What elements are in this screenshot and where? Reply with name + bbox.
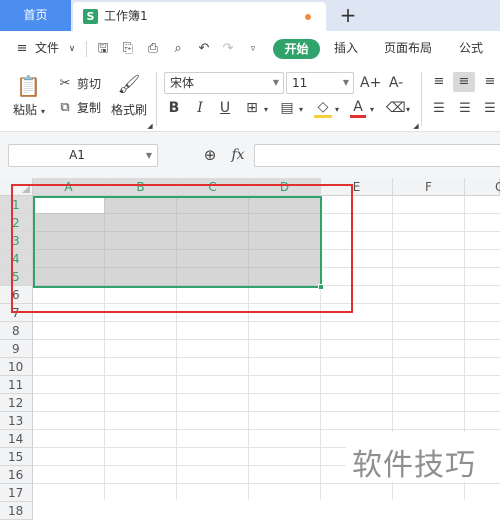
chevron-down-icon[interactable]: ▾ <box>262 102 270 118</box>
row-header[interactable]: 16 <box>0 466 33 484</box>
fill-color-icon[interactable]: ◇ <box>314 99 332 118</box>
formula-input[interactable] <box>254 144 500 167</box>
shrink-font-button[interactable]: A- <box>387 75 405 91</box>
align-middle-icon[interactable]: ≡ <box>453 72 475 92</box>
chevron-down-icon[interactable]: ▾ <box>39 104 47 120</box>
page-layout-tab[interactable]: 页面布局 <box>384 31 432 66</box>
font-color-icon[interactable]: A <box>350 99 366 118</box>
row-header[interactable]: 8 <box>0 322 33 340</box>
print-preview-icon[interactable]: ⌕ <box>170 41 186 57</box>
copy-icon[interactable]: ⧉ <box>57 100 73 116</box>
font-name-value: 宋体 <box>170 76 195 90</box>
column-header[interactable]: G <box>465 178 500 196</box>
menu-bar: ≡ 文件 ∨ 🖫 ⎘ ⎙ ⌕ ↶ ↷ ▿ 开始 插入 页面布局 公式 <box>0 31 500 66</box>
align-right-icon[interactable]: ☰ <box>481 101 499 117</box>
eraser-icon[interactable]: ⌫ <box>386 100 406 116</box>
grow-font-button[interactable]: A+ <box>360 75 381 91</box>
row-header[interactable]: 11 <box>0 376 33 394</box>
paste-button[interactable]: 粘贴 <box>13 102 37 118</box>
row-header[interactable]: 10 <box>0 358 33 376</box>
zoom-search-icon[interactable]: ⊕ <box>202 147 218 163</box>
home-tab[interactable]: 首页 <box>0 0 71 31</box>
row-header[interactable]: 13 <box>0 412 33 430</box>
chevron-down-icon: ▼ <box>342 78 349 87</box>
cell-style-icon[interactable]: ▤ <box>278 100 296 116</box>
row-header[interactable]: 18 <box>0 502 33 520</box>
highlight-annotation-box <box>11 184 353 313</box>
italic-button[interactable]: I <box>192 100 208 116</box>
format-painter-button[interactable]: 格式刷 <box>111 102 147 118</box>
paste-icon[interactable]: 📋 <box>16 74 41 98</box>
workbook-tab-label: 工作簿1 <box>104 9 148 23</box>
cut-button[interactable]: 剪切 <box>77 76 101 92</box>
bold-button[interactable]: B <box>166 100 182 116</box>
row-header[interactable]: 12 <box>0 394 33 412</box>
align-bottom-icon[interactable]: ≡ <box>481 74 499 90</box>
name-box-value: A1 <box>69 148 85 162</box>
chevron-down-icon: ▼ <box>272 78 279 87</box>
divider <box>86 41 87 57</box>
font-name-select[interactable]: 宋体 ▼ <box>164 72 284 94</box>
formula-bar: A1 ▼ ⊕ fx <box>0 132 500 178</box>
fx-button[interactable]: fx <box>228 147 248 163</box>
chevron-down-icon[interactable]: ▾ <box>297 102 305 118</box>
redo-icon[interactable]: ↷ <box>220 41 236 57</box>
font-size-value: 11 <box>292 76 308 90</box>
save-icon[interactable]: 🖫 <box>95 41 111 57</box>
chevron-down-icon[interactable]: ▾ <box>368 102 376 118</box>
undo-icon[interactable]: ↶ <box>196 41 212 57</box>
border-icon[interactable]: ⊞ <box>243 100 261 116</box>
column-header[interactable]: F <box>393 178 465 196</box>
print-icon[interactable]: ⎙ <box>145 41 161 57</box>
export-icon[interactable]: ⎘ <box>120 41 136 57</box>
align-top-icon[interactable]: ≡ <box>430 74 448 90</box>
scissors-icon[interactable]: ✂ <box>57 76 73 92</box>
unsaved-dot-icon <box>305 14 311 20</box>
copy-button[interactable]: 复制 <box>77 100 101 116</box>
chevron-down-icon[interactable]: ▾ <box>333 102 341 118</box>
divider <box>421 72 422 126</box>
watermark: 软件技巧 <box>352 448 476 483</box>
align-center-icon[interactable]: ☰ <box>456 101 474 117</box>
chevron-down-icon[interactable]: ▾ <box>404 102 412 118</box>
formula-tab[interactable]: 公式 <box>459 31 483 66</box>
align-left-icon[interactable]: ☰ <box>430 101 448 117</box>
insert-tab[interactable]: 插入 <box>334 31 358 66</box>
hamburger-icon[interactable]: ≡ <box>14 41 30 57</box>
workbook-tab[interactable]: S 工作簿1 <box>73 2 326 31</box>
name-box[interactable]: A1 ▼ <box>8 144 158 167</box>
file-menu[interactable]: 文件 <box>35 31 59 66</box>
ribbon: 📋 粘贴 ▾ ✂ 剪切 ⧉ 复制 🖌 格式刷 宋体 ▼ 11 ▼ A+ A- B I… <box>0 66 500 132</box>
tab-bar: 首页 S 工作簿1 + <box>0 0 500 31</box>
chevron-down-icon[interactable]: ∨ <box>66 41 78 57</box>
font-size-select[interactable]: 11 ▼ <box>286 72 354 94</box>
start-tab[interactable]: 开始 <box>273 39 320 59</box>
new-tab-button[interactable]: + <box>336 3 360 27</box>
quick-access-dropdown-icon[interactable]: ▿ <box>246 41 260 57</box>
divider <box>156 72 157 126</box>
spreadsheet-icon: S <box>83 9 98 24</box>
row-header[interactable]: 17 <box>0 484 33 502</box>
underline-button[interactable]: U <box>217 100 233 116</box>
row-header[interactable]: 14 <box>0 430 33 448</box>
row-header[interactable]: 9 <box>0 340 33 358</box>
row-header[interactable]: 15 <box>0 448 33 466</box>
format-painter-icon[interactable]: 🖌 <box>117 74 141 96</box>
chevron-down-icon: ▼ <box>145 151 152 160</box>
